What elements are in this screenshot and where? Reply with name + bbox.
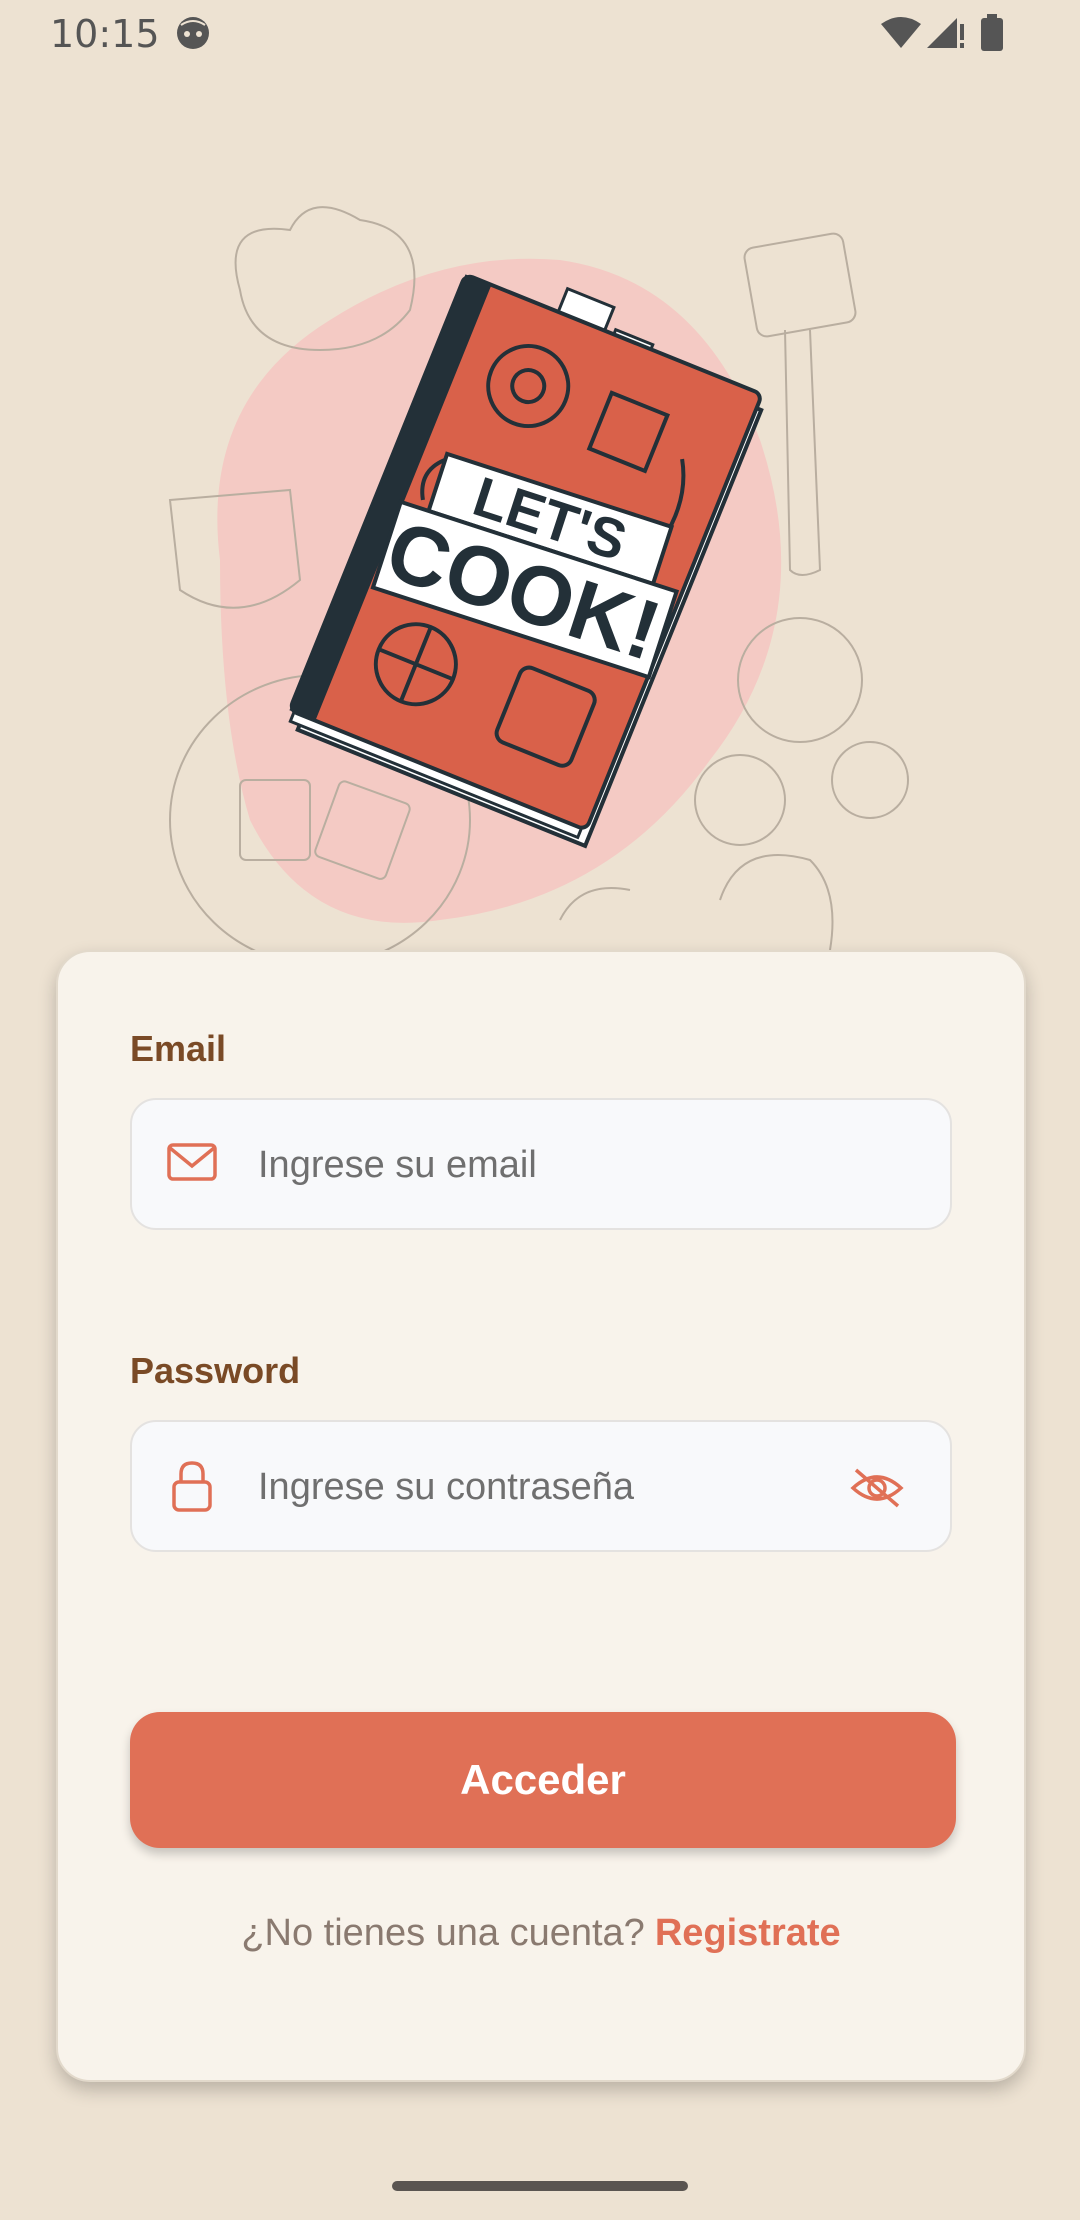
- home-indicator[interactable]: [392, 2181, 688, 2191]
- login-card: Email Ingrese su email Password Ingrese …: [56, 950, 1026, 2082]
- signal-icon: [927, 18, 964, 48]
- login-button[interactable]: Acceder: [130, 1712, 956, 1848]
- password-placeholder: Ingrese su contraseña: [258, 1466, 635, 1508]
- lock-icon: [172, 1461, 212, 1512]
- mail-icon: [167, 1143, 217, 1181]
- status-bar: 10:15: [0, 0, 1080, 70]
- notification-face-icon: [177, 17, 209, 49]
- signup-link[interactable]: Registrate: [655, 1912, 841, 1954]
- status-time: 10:15: [50, 12, 160, 56]
- signup-prompt: ¿No tienes una cuenta?: [241, 1912, 645, 1954]
- eye-off-icon[interactable]: [850, 1466, 904, 1510]
- password-label: Password: [130, 1350, 301, 1391]
- wifi-icon: [881, 17, 921, 48]
- email-placeholder: Ingrese su email: [258, 1144, 537, 1186]
- battery-icon: [981, 14, 1003, 51]
- email-label: Email: [130, 1028, 227, 1069]
- signup-row: ¿No tienes una cuenta? Registrate: [58, 1912, 1024, 1955]
- password-field[interactable]: Ingrese su contraseña: [130, 1420, 952, 1552]
- email-field[interactable]: Ingrese su email: [130, 1098, 952, 1230]
- lets-cook-illustration: LET'S COOK!: [168, 206, 909, 950]
